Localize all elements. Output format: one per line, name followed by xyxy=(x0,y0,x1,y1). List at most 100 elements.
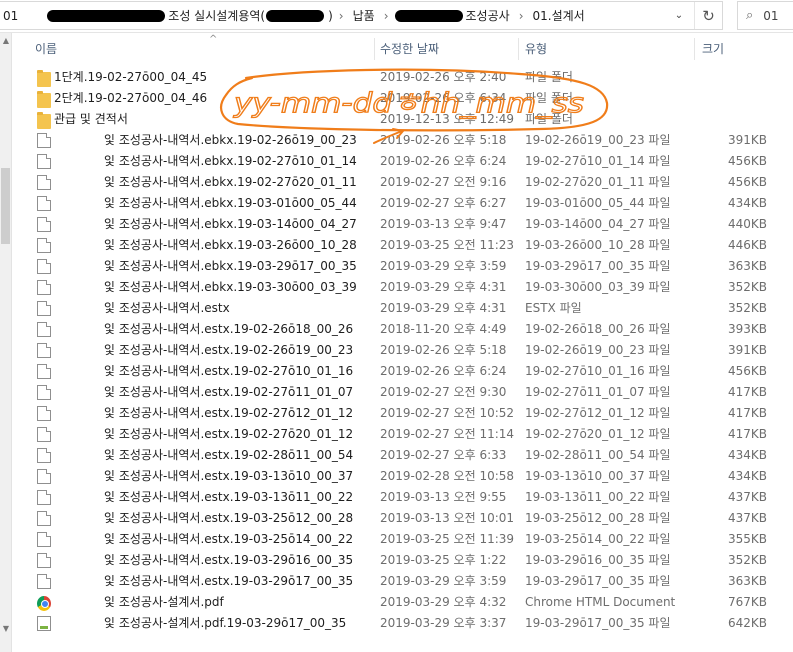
column-header-label: 크기 xyxy=(702,41,725,56)
pdf-file-icon xyxy=(37,616,51,631)
refresh-icon[interactable]: ↻ xyxy=(694,2,722,29)
file-type: 19-03-13ō11_00_22 파일 xyxy=(525,490,671,504)
column-divider[interactable] xyxy=(374,38,375,60)
date-modified: 2019-02-27 오전 9:16 xyxy=(380,175,507,189)
column-header-date[interactable]: 수정한 날짜 xyxy=(380,33,520,63)
file-icon xyxy=(37,364,51,379)
file-type: ESTX 파일 xyxy=(525,301,582,315)
date-modified: 2019-02-27 오전 10:52 xyxy=(380,406,515,420)
file-type: 19-03-29ō16_00_35 파일 xyxy=(525,553,671,567)
file-row[interactable]: 잋 조성공사-내역서.ebkx.19-02-26ō19_00_23 2019-02… xyxy=(13,130,793,151)
file-size: 363KB xyxy=(727,259,767,273)
file-name: 1단계.19-02-27ō00_04_45 xyxy=(54,70,208,84)
breadcrumb-delivery[interactable]: 납품 xyxy=(350,2,378,29)
column-divider[interactable] xyxy=(694,38,695,60)
date-modified: 2019-02-27 오후 6:27 xyxy=(380,196,507,210)
file-row[interactable]: 잋 조성공사-내역서.ebkx.19-03-01ō00_05_44 2019-02… xyxy=(13,193,793,214)
file-name: 관급 및 견적서 xyxy=(54,112,128,126)
file-row[interactable]: 잋 조성공사-내역서.estx.19-03-13ō10_00_37 2019-02… xyxy=(13,466,793,487)
file-type: 19-02-26ō19_00_23 파일 xyxy=(525,133,671,147)
file-row[interactable]: 잋 조성공사-내역서.estx.19-02-27ō12_01_12 2019-02… xyxy=(13,403,793,424)
scroll-up-arrow-icon[interactable]: ▲ xyxy=(0,36,12,46)
file-row[interactable]: 잋 조성공사-내역서.ebkx.19-03-26ō00_10_28 2019-03… xyxy=(13,235,793,256)
file-size: 417KB xyxy=(727,427,767,441)
file-row[interactable]: 잋 조성공사-설계서.pdf.19-03-29ō17_00_35 2019-03-… xyxy=(13,613,793,634)
date-modified: 2019-02-26 오후 6:24 xyxy=(380,154,507,168)
address-bar[interactable]: 01 조성 실시설계용역( ) › 납품 › 조성공사 › 01.설계서 ⌄ ↻ xyxy=(0,1,723,30)
breadcrumb-label: 납품 xyxy=(352,9,375,23)
file-row[interactable]: 잋 조성공사-내역서.ebkx.19-03-14ō00_04_27 2019-03… xyxy=(13,214,793,235)
column-header-size[interactable]: 크기 xyxy=(702,33,762,63)
file-type: 19-02-27ō20_01_11 파일 xyxy=(525,175,671,189)
file-size: 352KB xyxy=(727,301,767,315)
folder-icon xyxy=(37,91,51,108)
column-divider[interactable] xyxy=(518,38,519,60)
redaction-mark xyxy=(394,9,463,22)
file-icon xyxy=(37,343,51,358)
file-type: 19-03-25ō12_00_28 파일 xyxy=(525,511,671,525)
file-row[interactable]: 잋 조성공사-내역서.estx 2019-03-29 오후 4:31 ESTX 파일… xyxy=(13,298,793,319)
file-size: 391KB xyxy=(727,133,767,147)
breadcrumb-design-docs[interactable]: 01.설계서 xyxy=(530,2,588,29)
file-type: 19-02-26ō18_00_26 파일 xyxy=(525,322,671,336)
file-icon xyxy=(37,196,51,211)
file-type: 19-02-27ō10_01_14 파일 xyxy=(525,154,671,168)
file-row[interactable]: 잋 조성공사-내역서.estx.19-02-27ō11_01_07 2019-02… xyxy=(13,382,793,403)
file-type: 파일 폴더 xyxy=(525,91,573,105)
file-type: 파일 폴더 xyxy=(525,112,573,126)
file-size: 440KB xyxy=(727,217,767,231)
file-row[interactable]: 잋 조성공사-내역서.estx.19-02-27ō20_01_12 2019-02… xyxy=(13,424,793,445)
file-row[interactable]: 잋 조성공사-내역서.estx.19-02-28ō11_00_54 2019-02… xyxy=(13,445,793,466)
file-icon xyxy=(37,133,51,148)
folder-row[interactable]: 2단계.19-02-27ō00_04_46 2019-02-26 오후 6:34 파… xyxy=(13,88,793,109)
folder-row[interactable]: 관급 및 견적서 2019-12-13 오후 12:49 파일 폴더 xyxy=(13,109,793,130)
file-size: 352KB xyxy=(727,553,767,567)
breadcrumb-separator-icon: › xyxy=(518,8,524,23)
search-icon: ⌕ xyxy=(746,8,754,23)
file-icon xyxy=(37,427,51,442)
file-row[interactable]: 잋 조성공사-내역서.estx.19-02-26ō19_00_23 2019-02… xyxy=(13,340,793,361)
file-row[interactable]: 잋 조성공사-내역서.estx.19-03-25ō12_00_28 2019-03… xyxy=(13,508,793,529)
column-header-name[interactable]: 이름 xyxy=(35,33,375,63)
file-row[interactable]: 잋 조성공사-내역서.ebkx.19-03-29ō17_00_35 2019-03… xyxy=(13,256,793,277)
chevron-down-icon[interactable]: ⌄ xyxy=(665,2,693,29)
breadcrumb-root[interactable]: 01 xyxy=(0,2,21,29)
scrollbar-thumb[interactable] xyxy=(1,168,10,244)
date-modified: 2019-03-25 오전 11:39 xyxy=(380,532,515,546)
scroll-down-arrow-icon[interactable]: ▼ xyxy=(0,624,12,634)
column-header-type[interactable]: 유형 xyxy=(525,33,695,63)
file-row[interactable]: 잋 조성공사-내역서.ebkx.19-02-27ō20_01_11 2019-02… xyxy=(13,172,793,193)
navigation-pane-scrollbar[interactable] xyxy=(0,33,12,652)
file-row[interactable]: 잋 조성공사-내역서.estx.19-03-13ō11_00_22 2019-03… xyxy=(13,487,793,508)
file-row[interactable]: 잋 조성공사-내역서.estx.19-03-29ō17_00_35 2019-03… xyxy=(13,571,793,592)
date-modified: 2019-02-27 오전 11:14 xyxy=(380,427,515,441)
date-modified: 2019-03-13 오후 9:47 xyxy=(380,217,507,231)
file-row[interactable]: 잋 조성공사-내역서.ebkx.19-03-30ō00_03_39 2019-03… xyxy=(13,277,793,298)
breadcrumb-separator-icon: › xyxy=(383,8,389,23)
date-modified: 2019-02-26 오후 6:34 xyxy=(380,91,507,105)
breadcrumb-project[interactable]: 조성 실시설계용역( xyxy=(165,2,268,29)
file-size: 352KB xyxy=(727,280,767,294)
file-row[interactable]: 잋 조성공사-내역서.estx.19-03-29ō16_00_35 2019-03… xyxy=(13,550,793,571)
file-row[interactable]: 잋 조성공사-내역서.ebkx.19-02-27ō10_01_14 2019-02… xyxy=(13,151,793,172)
file-row[interactable]: 잋 조성공사-내역서.estx.19-02-27ō10_01_16 2019-02… xyxy=(13,361,793,382)
file-icon xyxy=(37,553,51,568)
file-size: 767KB xyxy=(727,595,767,609)
file-size: 437KB xyxy=(727,490,767,504)
file-type: 19-03-13ō10_00_37 파일 xyxy=(525,469,671,483)
search-placeholder: 01 xyxy=(763,8,779,23)
redaction-mark xyxy=(47,9,166,22)
file-size: 363KB xyxy=(727,574,767,588)
search-input[interactable]: ⌕ 01 xyxy=(737,1,793,30)
file-row[interactable]: 잋 조성공사-내역서.estx.19-02-26ō18_00_26 2018-11… xyxy=(13,319,793,340)
breadcrumb-construction[interactable]: 조성공사 xyxy=(463,2,513,29)
folder-row[interactable]: 1단계.19-02-27ō00_04_45 2019-02-26 오후 2:40 파… xyxy=(13,67,793,88)
file-row[interactable]: 잋 조성공사-설계서.pdf 2019-03-29 오후 4:32 Chrome H… xyxy=(13,592,793,613)
file-size: 434KB xyxy=(727,469,767,483)
file-type: 19-03-25ō14_00_22 파일 xyxy=(525,532,671,546)
file-icon xyxy=(37,574,51,589)
file-list: 1단계.19-02-27ō00_04_45 2019-02-26 오후 2:40 파… xyxy=(13,67,793,634)
file-type: 19-02-28ō11_00_54 파일 xyxy=(525,448,671,462)
breadcrumb-label: 01 xyxy=(3,8,19,23)
file-row[interactable]: 잋 조성공사-내역서.estx.19-03-25ō14_00_22 2019-03… xyxy=(13,529,793,550)
